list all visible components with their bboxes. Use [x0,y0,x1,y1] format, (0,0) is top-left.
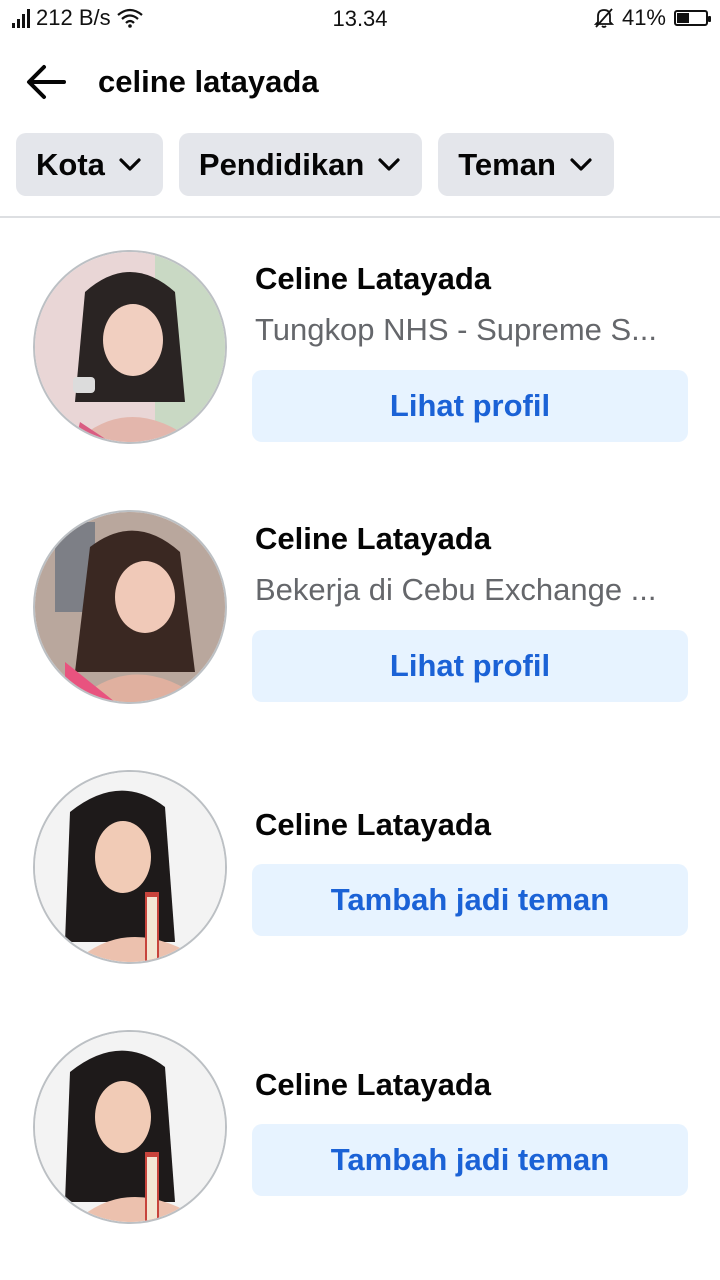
status-bar: 212 B/s 13.34 41% [0,0,720,38]
profile-photo [35,1032,225,1222]
add-friend-button[interactable]: Tambah jadi teman [252,864,688,936]
chevron-down-icon [570,157,592,171]
back-arrow-icon [27,65,66,99]
chevron-down-icon [119,157,141,171]
avatar[interactable] [33,250,227,444]
add-friend-button[interactable]: Tambah jadi teman [252,1124,688,1196]
mute-bell-icon [593,8,614,28]
battery-icon [674,10,711,26]
divider [0,216,720,218]
result-subtitle: Bekerja di Cebu Exchange ... [255,572,657,607]
search-query[interactable]: celine latayada [98,64,319,100]
result-name[interactable]: Celine Latayada [255,261,491,297]
filter-label: Teman [458,146,556,182]
result-name[interactable]: Celine Latayada [255,807,491,843]
filter-label: Kota [36,146,105,182]
result-item: Celine Latayada Bekerja di Cebu Exchange… [0,510,720,710]
result-name[interactable]: Celine Latayada [255,1067,491,1103]
filter-city[interactable]: Kota [16,133,163,196]
view-profile-button[interactable]: Lihat profil [252,630,688,702]
avatar[interactable] [33,770,227,964]
result-item: Celine Latayada Tambah jadi teman [0,770,720,970]
result-name[interactable]: Celine Latayada [255,521,491,557]
status-bar-right: 41% [593,5,711,31]
filter-education[interactable]: Pendidikan [178,133,423,196]
profile-photo [35,512,225,702]
result-item: Celine Latayada Tungkop NHS - Supreme S.… [0,250,720,450]
filter-label: Pendidikan [198,146,365,182]
filter-bar: Kota Pendidikan Teman [16,133,614,196]
avatar[interactable] [33,1030,227,1224]
battery-fill [677,13,690,23]
result-subtitle: Tungkop NHS - Supreme S... [255,312,658,347]
battery-percent: 41% [621,5,666,30]
back-button[interactable] [24,60,72,104]
profile-photo [35,772,225,962]
view-profile-button[interactable]: Lihat profil [252,370,688,442]
chevron-down-icon [378,157,400,171]
result-item: Celine Latayada Tambah jadi teman [0,1030,720,1230]
avatar[interactable] [33,510,227,704]
profile-photo [35,252,225,442]
search-header: celine latayada [0,48,720,118]
filter-friends[interactable]: Teman [438,133,614,196]
